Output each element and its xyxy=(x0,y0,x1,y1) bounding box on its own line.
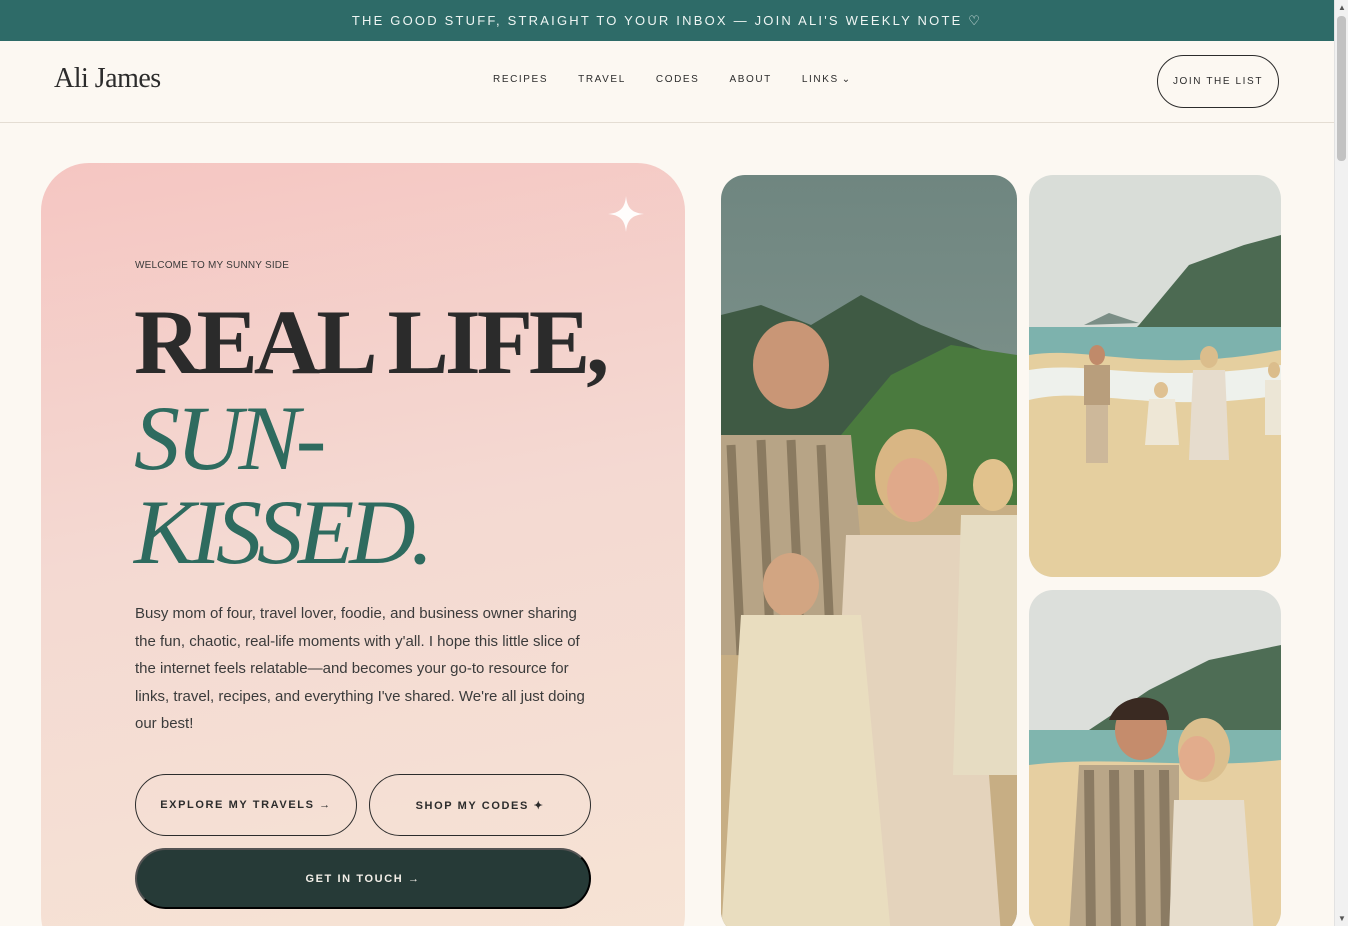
couple-beach-photo xyxy=(1029,590,1281,926)
hero-eyebrow: WELCOME TO MY SUNNY SIDE xyxy=(135,260,290,271)
hero-title-line2: SUN- xyxy=(134,387,326,489)
announcement-text[interactable]: THE GOOD STUFF, STRAIGHT TO YOUR INBOX —… xyxy=(352,13,982,29)
scroll-down-arrow-icon[interactable]: ▼ xyxy=(1338,914,1346,923)
get-in-touch-button[interactable]: GET IN TOUCH → xyxy=(135,848,591,909)
nav-item-travel[interactable]: TRAVEL xyxy=(578,74,626,85)
site-logo[interactable]: Ali James xyxy=(54,63,161,95)
scrollbar-thumb[interactable] xyxy=(1337,16,1346,161)
site-header: Ali James RECIPES TRAVEL CODES ABOUT LIN… xyxy=(0,41,1334,123)
page-scrollbar[interactable]: ▲ ▼ xyxy=(1334,0,1348,926)
shop-codes-button[interactable]: SHOP MY CODES ✦ xyxy=(369,774,591,836)
sparkle-icon xyxy=(608,196,644,232)
hero-title-line3: KISSED. xyxy=(134,481,434,583)
main-nav: RECIPES TRAVEL CODES ABOUT LINKS ⌄ xyxy=(493,74,882,85)
announcement-bar[interactable]: THE GOOD STUFF, STRAIGHT TO YOUR INBOX —… xyxy=(0,0,1334,41)
nav-item-links[interactable]: LINKS ⌄ xyxy=(802,74,852,85)
nav-item-codes[interactable]: CODES xyxy=(656,74,700,85)
chevron-down-icon: ⌄ xyxy=(841,74,852,85)
nav-item-recipes[interactable]: RECIPES xyxy=(493,74,548,85)
scroll-up-arrow-icon[interactable]: ▲ xyxy=(1338,3,1346,12)
nav-item-links-label: LINKS xyxy=(801,74,839,85)
hero-description: Busy mom of four, travel lover, foodie, … xyxy=(135,605,585,732)
join-list-button[interactable]: JOIN THE LIST xyxy=(1157,55,1279,108)
nav-item-about[interactable]: ABOUT xyxy=(729,74,771,85)
hero-title-line1: REAL LIFE, xyxy=(134,291,609,393)
beach-walk-photo xyxy=(1029,175,1281,577)
explore-travels-button[interactable]: EXPLORE MY TRAVELS → xyxy=(135,774,357,836)
family-portrait-photo xyxy=(721,175,1017,926)
